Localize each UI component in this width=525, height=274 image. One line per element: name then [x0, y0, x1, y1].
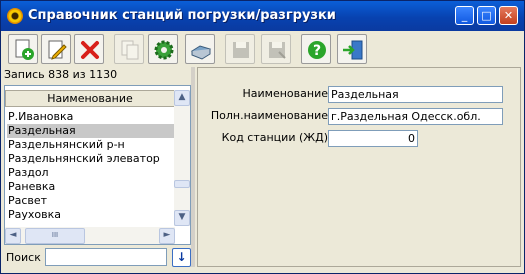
- print-button[interactable]: [185, 34, 215, 64]
- scroll-down-icon[interactable]: ▼: [174, 210, 190, 226]
- search-down-button[interactable]: ↓: [172, 248, 191, 267]
- edit-button[interactable]: [41, 34, 71, 64]
- list-item[interactable]: Р.Ивановка: [7, 110, 175, 124]
- save-as-button[interactable]: [261, 34, 291, 64]
- toolbar: ?: [4, 32, 521, 66]
- fullname-field[interactable]: г.Раздельная Одесск.обл.: [328, 108, 503, 125]
- delete-button[interactable]: [74, 34, 104, 64]
- close-button[interactable]: ✕: [499, 6, 518, 25]
- station-list[interactable]: Р.Ивановка Раздельная Раздельнянский р-н Ра…: [7, 110, 175, 222]
- exit-button[interactable]: [337, 34, 367, 64]
- detail-form: Наименование Раздельная Полн.наименовани…: [197, 67, 521, 267]
- scroll-right-icon[interactable]: ►: [159, 228, 175, 244]
- scroll-grip[interactable]: III: [25, 228, 85, 244]
- help-button[interactable]: ?: [301, 34, 331, 64]
- station-list-panel: Наименование Р.Ивановка Раздельная Раздель…: [4, 85, 191, 245]
- search-input[interactable]: [45, 248, 167, 266]
- station-code-field[interactable]: 0: [328, 130, 418, 147]
- column-header-name[interactable]: Наименование: [5, 90, 175, 107]
- horizontal-scrollbar[interactable]: ◄ III ►: [5, 227, 175, 244]
- settings-button[interactable]: [148, 34, 178, 64]
- maximize-button[interactable]: □: [477, 6, 496, 25]
- floppy-multi-icon: [269, 42, 286, 59]
- list-item[interactable]: Расвет: [7, 194, 175, 208]
- title-bar[interactable]: Справочник станций погрузки/разгрузки _ …: [1, 1, 524, 31]
- window-title: Справочник станций погрузки/разгрузки: [28, 8, 336, 23]
- fullname-label: Полн.наименование: [210, 109, 328, 122]
- pane-splitter[interactable]: [191, 67, 195, 267]
- scroll-thumb[interactable]: [174, 180, 190, 188]
- help-icon: ?: [308, 41, 326, 59]
- station-code-label: Код станции (ЖД): [221, 131, 328, 144]
- main-window: Справочник станций погрузки/разгрузки _ …: [0, 0, 525, 274]
- search-label: Поиск: [6, 251, 41, 264]
- vertical-scrollbar[interactable]: ▲ ▼: [174, 90, 190, 226]
- record-counter: Запись 838 из 1130: [4, 68, 118, 81]
- list-item[interactable]: Раздельнянский р-н: [7, 138, 175, 152]
- sunflower-app-icon: [7, 8, 23, 24]
- scroll-up-icon[interactable]: ▲: [174, 90, 190, 106]
- list-item[interactable]: Раздельнянский элеватор: [7, 152, 175, 166]
- exit-door-icon: [343, 40, 363, 60]
- save-button[interactable]: [225, 34, 255, 64]
- copy-button[interactable]: [114, 34, 144, 64]
- edit-pencil-icon: [48, 40, 67, 60]
- list-item[interactable]: Раздол: [7, 166, 175, 180]
- copy-icon: [121, 40, 139, 60]
- list-item[interactable]: Раневка: [7, 180, 175, 194]
- svg-text:?: ?: [313, 43, 321, 59]
- minimize-button[interactable]: _: [455, 6, 474, 25]
- red-x-icon: [81, 41, 99, 59]
- name-label: Наименование: [242, 87, 328, 100]
- floppy-icon: [233, 42, 249, 58]
- list-item[interactable]: Рауховка: [7, 208, 175, 222]
- scroll-left-icon[interactable]: ◄: [5, 228, 21, 244]
- green-gear-icon: [154, 40, 174, 60]
- printer-icon: [190, 45, 212, 60]
- add-document-icon: [15, 39, 34, 60]
- name-field[interactable]: Раздельная: [328, 86, 503, 103]
- list-item[interactable]: Раздельная: [7, 124, 175, 138]
- add-button[interactable]: [8, 34, 38, 64]
